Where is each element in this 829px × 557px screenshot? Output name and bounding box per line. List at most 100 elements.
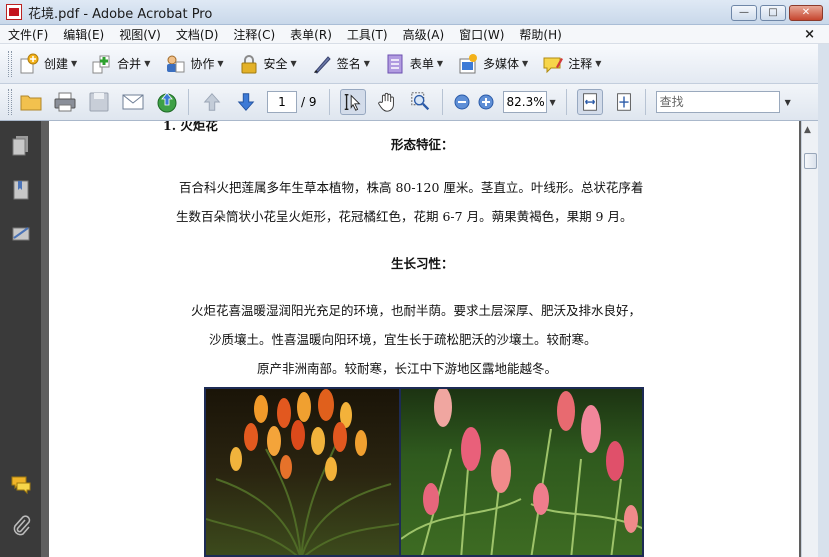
combine-button[interactable]: 合并 ▼ xyxy=(91,53,150,75)
collaborate-label: 协作 xyxy=(190,57,215,71)
page-number-input[interactable]: 1 xyxy=(267,91,297,113)
vertical-scrollbar[interactable]: ▲ xyxy=(801,121,818,557)
sign-label: 签名 xyxy=(336,57,361,71)
multimedia-button[interactable]: 多媒体 ▼ xyxy=(457,53,528,75)
toolbar-separator xyxy=(188,89,189,115)
section-title-habits: 生长习性： xyxy=(391,256,454,271)
comment-icon xyxy=(543,57,564,73)
document-viewport[interactable]: 1. 火炬花 形态特征： 百合科火把莲属多年生草本植物，株高 80-120 厘米… xyxy=(41,121,801,557)
navigation-toolbar: 1 / 9 82.3% ▼ 查找 ▼ xyxy=(0,84,829,121)
tasks-toolbar: 创建 ▼ 合并 ▼ 协作 ▼ 安全 ▼ 签名 ▼ 表单 ▼ 多媒体 ▼ 注释 ▼ xyxy=(0,44,829,84)
chevron-down-icon: ▼ xyxy=(144,59,151,68)
select-tool-button[interactable] xyxy=(339,89,366,115)
menu-comments[interactable]: 注释(C) xyxy=(233,26,275,43)
title-bar: 花境.pdf - Adobe Acrobat Pro — □ ✕ xyxy=(0,0,829,25)
paperclip-icon[interactable] xyxy=(11,514,31,536)
close-document-button[interactable]: × xyxy=(804,27,815,42)
zoom-level-input[interactable]: 82.3% xyxy=(502,91,547,113)
paragraph-line: 火炬花喜温暖湿润阳光充足的环境，也耐半荫。要求土层深厚、肥沃及排水良好， xyxy=(191,303,642,318)
forms-button[interactable]: 表单 ▼ xyxy=(384,53,443,75)
window-title: 花境.pdf - Adobe Acrobat Pro xyxy=(28,6,213,22)
menu-bar: 文件(F) 编辑(E) 视图(V) 文档(D) 注释(C) 表单(R) 工具(T… xyxy=(0,25,829,44)
chevron-down-icon: ▼ xyxy=(71,59,78,68)
bookmarks-icon[interactable] xyxy=(11,179,31,201)
heading-partial: 1. 火炬花 xyxy=(163,121,218,133)
window-right-edge xyxy=(818,44,829,557)
menu-forms[interactable]: 表单(R) xyxy=(290,26,332,43)
next-page-button[interactable] xyxy=(233,89,259,115)
navigation-pane xyxy=(0,121,41,557)
pages-icon[interactable] xyxy=(11,135,31,157)
fit-width-button[interactable] xyxy=(576,89,603,115)
scroll-up-arrow-icon[interactable]: ▲ xyxy=(804,125,811,135)
toolbar-separator xyxy=(328,89,330,115)
window-controls: — □ ✕ xyxy=(731,5,823,21)
email-button[interactable] xyxy=(120,89,146,115)
menu-document[interactable]: 文档(D) xyxy=(176,26,219,43)
print-button[interactable] xyxy=(52,89,78,115)
forms-label: 表单 xyxy=(409,57,434,71)
security-button[interactable]: 安全 ▼ xyxy=(238,53,297,75)
toolbar-grip[interactable] xyxy=(8,50,12,77)
marquee-zoom-button[interactable] xyxy=(408,89,434,115)
comments-icon[interactable] xyxy=(11,474,31,496)
chevron-down-icon[interactable]: ▼ xyxy=(785,98,791,107)
chevron-down-icon[interactable]: ▼ xyxy=(550,98,556,107)
text-cursor-arrow-icon xyxy=(344,93,361,111)
plus-circle-icon xyxy=(478,94,493,110)
sign-button[interactable]: 签名 ▼ xyxy=(311,53,370,75)
red-hot-poker-photo-pink xyxy=(399,389,642,555)
find-input[interactable]: 查找 xyxy=(655,91,780,113)
scrollbar-thumb[interactable] xyxy=(804,153,817,169)
toolbar-separator xyxy=(565,89,567,115)
pen-icon xyxy=(313,55,331,74)
pink-flowers-image xyxy=(400,389,642,555)
zoom-in-button[interactable] xyxy=(477,89,495,115)
pdf-app-icon xyxy=(6,4,22,20)
save-button[interactable] xyxy=(86,89,112,115)
minimize-button[interactable]: — xyxy=(731,5,757,21)
menu-help[interactable]: 帮助(H) xyxy=(519,26,561,43)
collaborate-button[interactable]: 协作 ▼ xyxy=(164,53,224,75)
printer-icon xyxy=(54,92,76,112)
multimedia-icon xyxy=(459,53,478,73)
fit-page-icon xyxy=(616,93,631,111)
hand-icon xyxy=(377,92,394,112)
upload-button[interactable] xyxy=(154,89,180,115)
maximize-button[interactable]: □ xyxy=(760,5,786,21)
menu-advanced[interactable]: 高级(A) xyxy=(403,26,445,43)
paragraph-line: 原产非洲南部。较耐寒，长江中下游地区露地能越冬。 xyxy=(257,361,558,376)
folder-icon xyxy=(20,95,42,111)
menu-view[interactable]: 视图(V) xyxy=(119,26,161,43)
multimedia-label: 多媒体 xyxy=(483,57,520,71)
zoom-out-button[interactable] xyxy=(453,89,471,115)
menu-file[interactable]: 文件(F) xyxy=(8,26,48,43)
open-button[interactable] xyxy=(18,89,44,115)
lock-icon xyxy=(241,54,257,73)
menu-tools[interactable]: 工具(T) xyxy=(347,26,388,43)
hand-tool-button[interactable] xyxy=(374,89,400,115)
fit-width-icon xyxy=(582,93,597,111)
menu-edit[interactable]: 编辑(E) xyxy=(63,26,104,43)
chevron-down-icon: ▼ xyxy=(436,59,444,68)
create-button[interactable]: 创建 ▼ xyxy=(18,53,77,75)
signatures-icon[interactable] xyxy=(11,223,31,245)
close-button[interactable]: ✕ xyxy=(789,5,823,21)
paragraph-line: 生数百朵筒状小花呈火炬形，花冠橘红色，花期 6-7 月。蒴果黄褐色，果期 9 月… xyxy=(176,209,633,224)
combine-icon xyxy=(92,55,110,73)
arrow-up-icon xyxy=(203,93,221,111)
create-icon xyxy=(20,53,39,73)
collaborate-icon xyxy=(167,55,185,72)
previous-page-button[interactable] xyxy=(199,89,225,115)
toolbar-grip[interactable] xyxy=(8,89,12,115)
fit-page-button[interactable] xyxy=(611,89,637,115)
comment-button[interactable]: 注释 ▼ xyxy=(542,53,601,75)
chevron-down-icon: ▼ xyxy=(217,59,224,68)
orange-flowers-image xyxy=(206,389,400,555)
menu-window[interactable]: 窗口(W) xyxy=(459,26,504,43)
envelope-icon xyxy=(122,94,144,110)
red-hot-poker-photo-orange xyxy=(206,389,400,555)
arrow-down-icon xyxy=(237,93,255,111)
toolbar-separator xyxy=(441,89,443,115)
flower-photo xyxy=(204,387,644,557)
